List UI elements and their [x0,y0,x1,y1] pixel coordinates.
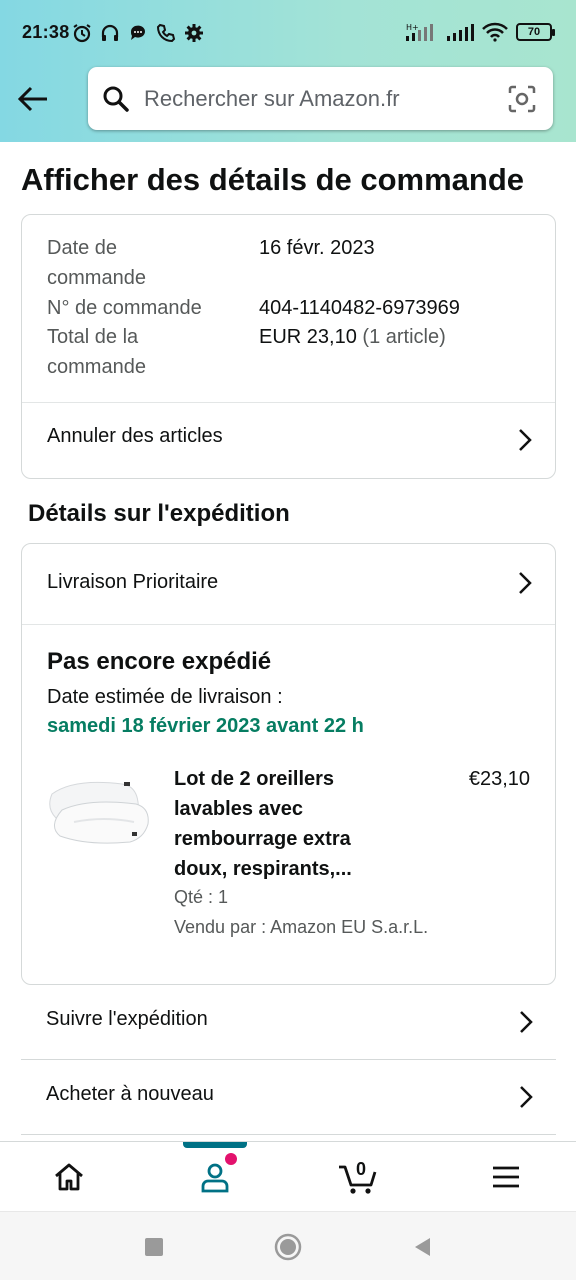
product-price: €23,10 [468,768,530,790]
signal-icon [447,24,474,41]
status-icons-right: H+ 70 [404,22,555,42]
divider [22,624,555,625]
battery-icon: 70 [516,23,555,41]
buy-again-row[interactable]: Acheter à nouveau [21,1060,556,1135]
hplus-signal-icon: H+ [406,23,433,41]
order-total-items: (1 article) [362,326,446,348]
home-icon [55,1163,83,1191]
order-number-value: 404-1140482-6973969 [259,297,460,319]
app-header: 21:38 H+ 70 Rechercher sur Amazon.fr [0,0,576,142]
nav-home[interactable] [19,1142,119,1212]
chat-icon [130,25,145,40]
status-bar: 21:38 H+ 70 [0,0,576,66]
product-image[interactable] [44,772,154,848]
svg-text:H+: H+ [406,23,419,32]
shipment-card: Livraison Prioritaire Pas encore expédié… [21,543,556,985]
wifi-icon [482,22,508,42]
back-system-button[interactable] [407,1232,437,1262]
nav-account[interactable] [165,1142,265,1212]
battery-level: 70 [527,26,541,38]
phone-icon [156,23,176,43]
order-summary-card: Date de commande 16 févr. 2023 N° de com… [21,214,556,479]
chevron-right-icon [515,569,535,597]
status-icons-left [72,23,204,43]
shipment-status: Pas encore expédié [47,648,272,675]
headphones-icon [101,24,119,41]
order-total-label-1: Total de la [47,326,139,348]
circle-icon [274,1233,302,1261]
settings-icon [185,24,203,42]
track-shipment-label: Suivre l'expédition [46,1008,208,1030]
estimated-delivery-date: samedi 18 février 2023 avant 22 h [47,715,364,737]
back-arrow-icon [17,86,47,112]
shipment-section-title: Détails sur l'expédition [28,500,290,527]
order-date-label-1: Date de [47,237,118,259]
system-navigation-bar [0,1211,576,1280]
product-quantity: Qté : 1 [174,887,229,907]
order-total-value: EUR 23,10 (1 article) [259,322,446,352]
product-title-link[interactable]: Lot de 2 oreillers lavables avec rembour… [174,764,404,884]
notification-badge [225,1153,237,1165]
delivery-option-label: Livraison Prioritaire [47,571,219,593]
buy-again-label: Acheter à nouveau [46,1083,214,1105]
search-bar[interactable]: Rechercher sur Amazon.fr [88,67,553,130]
chevron-right-icon [516,1083,536,1111]
chevron-right-icon [516,1008,536,1036]
triangle-back-icon [415,1238,430,1256]
nav-menu[interactable] [456,1142,556,1212]
back-button[interactable] [14,80,52,118]
search-icon [102,85,130,113]
order-number-label: N° de commande [47,297,202,319]
page-title: Afficher des détails de commande [21,162,525,197]
order-total-label-2: commande [47,356,146,378]
order-total-amount: EUR 23,10 [259,326,357,348]
delivery-option-row[interactable]: Livraison Prioritaire [22,544,555,624]
bottom-navigation: 0 [0,1141,576,1211]
status-time: 21:38 [22,22,70,42]
cancel-items-label: Annuler des articles [47,425,223,447]
cancel-items-row[interactable]: Annuler des articles [22,403,555,479]
menu-icon [493,1166,519,1188]
track-shipment-row[interactable]: Suivre l'expédition [21,985,556,1060]
order-date-value: 16 févr. 2023 [259,237,375,259]
camera-search-icon[interactable] [507,84,537,114]
order-date-label-2: commande [47,267,146,289]
search-input[interactable]: Rechercher sur Amazon.fr [144,86,507,112]
cart-count: 0 [356,1159,367,1179]
recent-apps-button[interactable] [139,1232,169,1262]
estimated-delivery-label: Date estimée de livraison : [47,686,283,708]
account-icon [201,1163,229,1193]
home-system-button[interactable] [273,1232,303,1262]
chevron-right-icon [515,426,535,454]
alarm-icon [73,24,91,43]
square-icon [145,1238,163,1256]
product-seller: Vendu par : Amazon EU S.a.r.L. [174,917,429,937]
